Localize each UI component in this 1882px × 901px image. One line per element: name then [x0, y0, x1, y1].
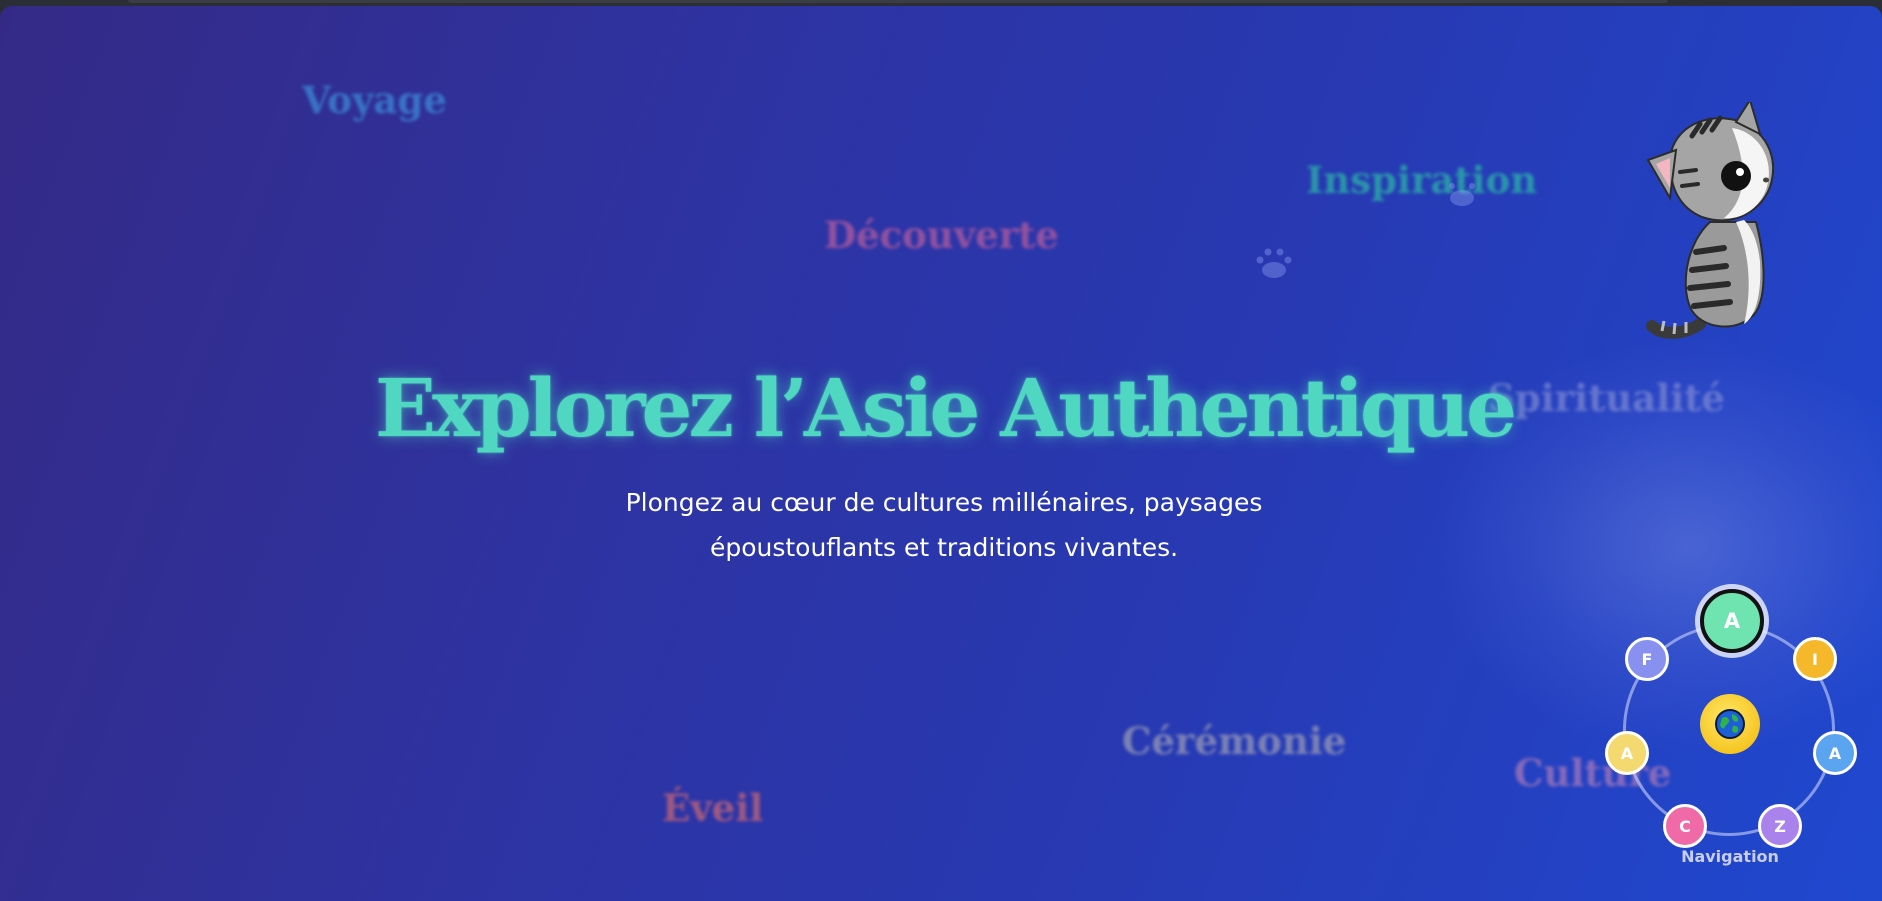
floating-word-voyage: Voyage	[302, 78, 447, 122]
floating-word-eveil: Éveil	[662, 786, 764, 830]
nav-item-z[interactable]: Z	[1758, 804, 1802, 848]
nav-item-a[interactable]: A	[1813, 731, 1857, 775]
navigation-label: Navigation	[1681, 847, 1779, 866]
page-title: Explorez l’Asie Authentique	[375, 361, 1517, 455]
cat-mascot-icon	[1646, 102, 1775, 339]
page-subtitle: Plongez au cœur de cultures millénaires,…	[625, 488, 1263, 562]
nav-item-a[interactable]: A	[1605, 731, 1649, 775]
tab-strip-edge	[128, 0, 1668, 3]
floating-word-inspiration: Inspiration	[1306, 158, 1538, 202]
navigation-wheel: A I A Z C A F Navigation	[1600, 581, 1860, 881]
nav-item-c[interactable]: C	[1663, 804, 1707, 848]
globe-button[interactable]	[1700, 694, 1760, 754]
nav-item-i[interactable]: I	[1793, 637, 1837, 681]
floating-word-ceremonie: Cérémonie	[1122, 719, 1347, 763]
paw-print-icon	[1449, 183, 1475, 206]
nav-item-a-active[interactable]: A	[1700, 589, 1764, 653]
floating-word-decouverte: Découverte	[824, 213, 1059, 257]
hero-section: Voyage Inspiration Découverte Spirituali…	[0, 6, 1882, 901]
globe-icon	[1715, 709, 1745, 739]
nav-item-f[interactable]: F	[1625, 637, 1669, 681]
paw-print-icon	[1256, 248, 1292, 278]
